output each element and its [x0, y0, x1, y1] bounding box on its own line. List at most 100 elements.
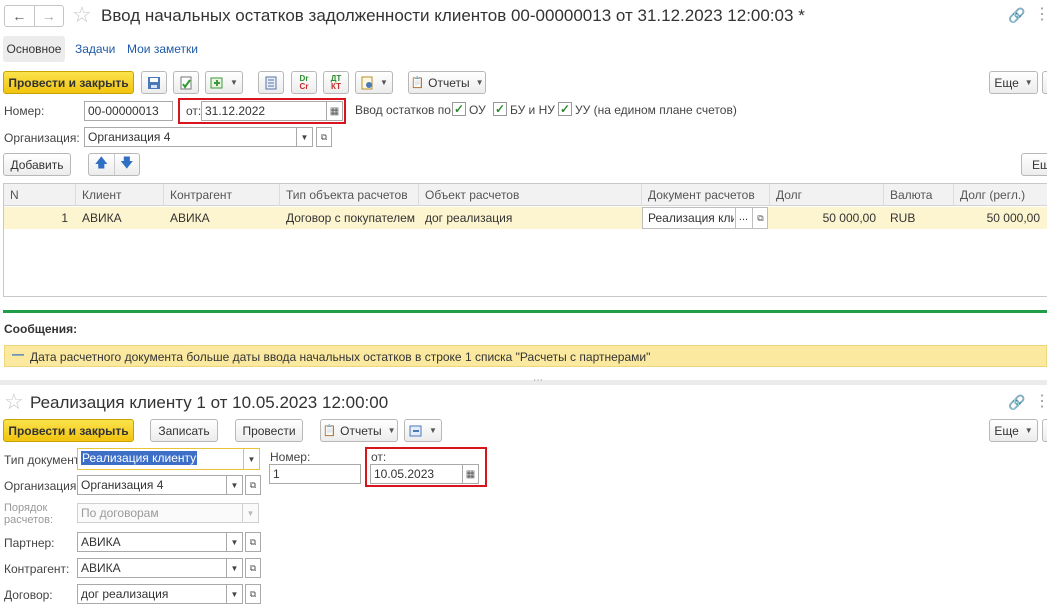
number-label: Номер: — [4, 104, 45, 118]
col-n[interactable]: N — [4, 184, 76, 206]
dr-cr-icon[interactable]: Dr Cr — [291, 71, 317, 94]
check-ou[interactable]: ✓ — [452, 102, 466, 116]
doc-type-dropdown-icon[interactable]: ▼ — [244, 448, 260, 470]
tab-my-notes[interactable]: Мои заметки — [127, 42, 198, 56]
add-button[interactable]: Добавить — [3, 153, 71, 176]
check-uu[interactable]: ✓ — [558, 102, 572, 116]
col-object-type[interactable]: Тип объекта расчетов — [280, 184, 419, 206]
contract-label: Договор: — [4, 588, 53, 602]
message-text: Дата расчетного документа больше даты вв… — [30, 350, 651, 364]
org-field[interactable]: Организация 4 — [84, 127, 297, 147]
menu-dots-icon[interactable]: ⋮ — [1034, 4, 1047, 24]
contract-field[interactable]: дог реализация — [77, 584, 227, 604]
col-debt[interactable]: Долг — [770, 184, 884, 206]
doc2-favorite-star-icon[interactable]: ☆ — [4, 389, 24, 415]
col-document[interactable]: Документ расчетов — [642, 184, 770, 206]
partner-field[interactable]: АВИКА — [77, 532, 227, 552]
doc2-post-button[interactable]: Провести — [235, 419, 303, 442]
doc2-save-button[interactable]: Записать — [150, 419, 218, 442]
doc2-number-field[interactable]: 1 — [269, 464, 361, 484]
doc2-more-button[interactable]: Еще ▼ — [989, 419, 1038, 442]
col-currency[interactable]: Валюта — [884, 184, 954, 206]
cell-n: 1 — [61, 211, 68, 225]
doc2-org-open-icon[interactable]: ⧉ — [245, 475, 261, 495]
move-buttons: 🡅 🡇 — [88, 153, 140, 176]
doc2-date-highlight-frame — [365, 447, 487, 487]
doc2-reports-dropdown-icon: ▼ — [387, 426, 396, 435]
cell-debt-regl: 50 000,00 — [986, 211, 1040, 225]
move-down-icon[interactable]: 🡇 — [115, 154, 140, 175]
order-label-line1: Порядок — [4, 502, 48, 514]
doc-type-value: Реализация клиенту — [81, 451, 198, 465]
contractor-open-icon[interactable]: ⧉ — [245, 558, 261, 578]
col-client[interactable]: Клиент — [76, 184, 164, 206]
doc2-help-button[interactable] — [1042, 419, 1047, 442]
choose-dots-button[interactable]: ... — [735, 208, 751, 228]
move-up-icon[interactable]: 🡅 — [89, 154, 115, 175]
doc2-org-dropdown-icon[interactable]: ▼ — [227, 475, 243, 495]
kt-label: КТ — [331, 81, 341, 91]
cell-currency: RUB — [890, 211, 916, 225]
tab-main[interactable]: Основное — [3, 36, 65, 62]
doc2-org-label: Организация: — [4, 479, 80, 493]
doc2-create-based-on-icon[interactable]: ▼ — [404, 419, 442, 442]
doc-type-field[interactable]: Реализация клиенту — [77, 448, 244, 470]
cell-document[interactable]: Реализация клие — [642, 207, 734, 229]
check-uu-label: УУ (на едином плане счетов) — [575, 103, 737, 117]
pane-splitter[interactable] — [0, 380, 1047, 385]
messages-divider — [3, 310, 1047, 313]
contract-dropdown-icon[interactable]: ▼ — [227, 584, 243, 604]
more-button[interactable]: Еще ▼ — [989, 71, 1038, 94]
save-icon[interactable] — [141, 71, 167, 94]
post-and-close-button[interactable]: Провести и закрыть — [3, 71, 134, 94]
help-button[interactable]: ? — [1042, 71, 1047, 94]
doc2-menu-dots-icon[interactable]: ⋮ — [1034, 391, 1047, 411]
structure-icon[interactable] — [258, 71, 284, 94]
partner-dropdown-icon[interactable]: ▼ — [227, 532, 243, 552]
create-based-on-icon[interactable]: ▼ — [205, 71, 243, 94]
tab-tasks[interactable]: Задачи — [75, 42, 115, 56]
reports-icon: 📋 — [410, 77, 425, 89]
back-arrow-icon[interactable]: ← — [5, 6, 35, 26]
reports-label: Отчеты — [428, 75, 470, 90]
cell-contractor: АВИКА — [170, 211, 210, 225]
doc2-reports-button[interactable]: 📋 Отчеты ▼ — [320, 419, 398, 442]
doc2-org-field[interactable]: Организация 4 — [77, 475, 227, 495]
contract-open-icon[interactable]: ⧉ — [245, 584, 261, 604]
cell-client: АВИКА — [82, 211, 122, 225]
more-dropdown-icon: ▼ — [1024, 78, 1033, 87]
dt-kt-icon[interactable]: ДТ КТ — [323, 71, 349, 94]
forward-arrow-icon[interactable]: → — [35, 6, 64, 26]
document-open-icon[interactable]: ⧉ — [752, 208, 768, 228]
partner-open-icon[interactable]: ⧉ — [245, 532, 261, 552]
link-icon[interactable]: 🔗 — [1008, 7, 1025, 24]
check-bu-nu[interactable]: ✓ — [493, 102, 507, 116]
table-more-button[interactable]: Еш — [1021, 153, 1047, 176]
contractor-dropdown-icon[interactable]: ▼ — [227, 558, 243, 578]
check-ou-label: ОУ — [469, 103, 486, 117]
reports-button[interactable]: 📋 Отчеты ▼ — [408, 71, 486, 94]
cell-object-type: Договор с покупателем — [286, 211, 416, 225]
order-label-line2: расчетов: — [4, 514, 54, 526]
doc2-post-and-close-button[interactable]: Провести и закрыть — [3, 419, 134, 442]
number-field[interactable]: 00-00000013 — [84, 101, 173, 121]
attachments-icon[interactable]: ▼ — [355, 71, 393, 94]
order-field: По договорам — [77, 503, 243, 523]
message-collapse-icon[interactable]: — — [12, 347, 24, 361]
entry-label: Ввод остатков по: — [355, 103, 455, 117]
favorite-star-icon[interactable]: ☆ — [72, 2, 92, 28]
order-dropdown-icon: ▼ — [243, 503, 259, 523]
doc2-more-label: Еще — [994, 423, 1019, 438]
post-doc-icon[interactable] — [173, 71, 199, 94]
doc2-reports-icon: 📋 — [322, 425, 337, 437]
org-open-icon[interactable]: ⧉ — [316, 127, 332, 147]
doc2-link-icon[interactable]: 🔗 — [1008, 394, 1025, 411]
col-object[interactable]: Объект расчетов — [419, 184, 642, 206]
col-debt-regl[interactable]: Долг (регл.) — [954, 184, 1047, 206]
col-contractor[interactable]: Контрагент — [164, 184, 280, 206]
doc2-more-dropdown-icon: ▼ — [1024, 426, 1033, 435]
contractor-field[interactable]: АВИКА — [77, 558, 227, 578]
cell-debt: 50 000,00 — [822, 211, 876, 225]
more-label: Еще — [994, 75, 1019, 90]
org-dropdown-icon[interactable]: ▼ — [297, 127, 313, 147]
